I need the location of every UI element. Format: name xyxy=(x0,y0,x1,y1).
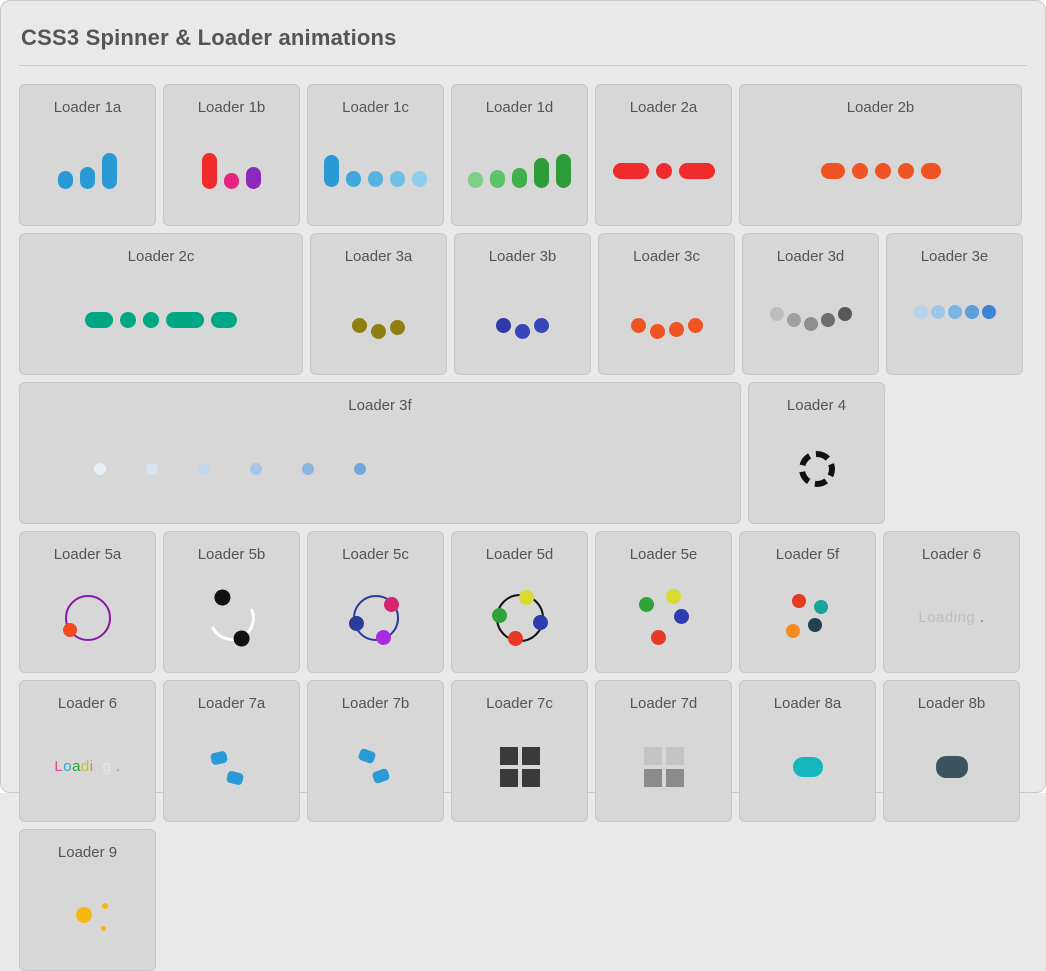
card-title: Loader 1a xyxy=(54,99,122,116)
card-title: Loader 5d xyxy=(486,546,554,563)
card-loader-2a: Loader 2a xyxy=(595,84,732,226)
loader-7b-icon xyxy=(308,712,443,821)
card-loader-7b: Loader 7b xyxy=(307,680,444,822)
card-loader-5c: Loader 5c xyxy=(307,531,444,673)
card-title: Loader 6 xyxy=(58,695,117,712)
card-loader-1b: Loader 1b xyxy=(163,84,300,226)
loader-5e-icon xyxy=(596,563,731,672)
card-title: Loader 5e xyxy=(630,546,698,563)
card-loader-2b: Loader 2b xyxy=(739,84,1022,226)
card-title: Loader 9 xyxy=(58,844,117,861)
card-loader-5f: Loader 5f xyxy=(739,531,876,673)
loader-6b-icon: Loading . xyxy=(20,712,155,821)
loader-8b-icon xyxy=(884,712,1019,821)
card-loader-9: Loader 9 xyxy=(19,829,156,971)
card-loader-6b: Loader 6 Loading . xyxy=(19,680,156,822)
card-title: Loader 2b xyxy=(847,99,915,116)
card-title: Loader 3f xyxy=(348,397,411,414)
card-loader-3e: Loader 3e xyxy=(886,233,1023,375)
card-title: Loader 6 xyxy=(922,546,981,563)
card-title: Loader 5a xyxy=(54,546,122,563)
card-title: Loader 8a xyxy=(774,695,842,712)
loader-5a-icon xyxy=(20,563,155,672)
loader-3e-icon xyxy=(887,265,1022,374)
loader-2c-icon xyxy=(20,265,302,374)
card-loader-7c: Loader 7c xyxy=(451,680,588,822)
card-title: Loader 8b xyxy=(918,695,986,712)
card-title: Loader 7c xyxy=(486,695,553,712)
card-title: Loader 2c xyxy=(128,248,195,265)
loader-4-icon xyxy=(749,414,884,523)
loader-3a-icon xyxy=(311,265,446,374)
loader-3f-icon xyxy=(20,414,740,523)
card-loader-6a: Loader 6 Loading . xyxy=(883,531,1020,673)
card-loader-5d: Loader 5d xyxy=(451,531,588,673)
card-loader-3c: Loader 3c xyxy=(598,233,735,375)
card-loader-4: Loader 4 xyxy=(748,382,885,524)
card-title: Loader 3e xyxy=(921,248,989,265)
card-title: Loader 7b xyxy=(342,695,410,712)
card-loader-1a: Loader 1a xyxy=(19,84,156,226)
card-loader-2c: Loader 2c xyxy=(19,233,303,375)
card-title: Loader 5c xyxy=(342,546,409,563)
card-loader-8a: Loader 8a xyxy=(739,680,876,822)
card-loader-5b: Loader 5b xyxy=(163,531,300,673)
loader-2a-icon xyxy=(596,116,731,225)
loading-label: Loading xyxy=(918,609,975,626)
card-loader-1d: Loader 1d xyxy=(451,84,588,226)
loader-8a-icon xyxy=(740,712,875,821)
card-title: Loader 5f xyxy=(776,546,839,563)
loader-5c-icon xyxy=(308,563,443,672)
loader-5d-icon xyxy=(452,563,587,672)
loader-grid: Loader 1a Loader 1b Loader 1c xyxy=(19,84,1027,971)
loader-5b-icon xyxy=(164,563,299,672)
loader-1d-icon xyxy=(452,116,587,225)
loader-7a-icon xyxy=(164,712,299,821)
card-title: Loader 3a xyxy=(345,248,413,265)
card-loader-7a: Loader 7a xyxy=(163,680,300,822)
card-title: Loader 2a xyxy=(630,99,698,116)
card-title: Loader 3c xyxy=(633,248,700,265)
card-loader-3b: Loader 3b xyxy=(454,233,591,375)
loader-7d-icon xyxy=(596,712,731,821)
loader-3c-icon xyxy=(599,265,734,374)
card-loader-1c: Loader 1c xyxy=(307,84,444,226)
loader-5f-icon xyxy=(740,563,875,672)
divider xyxy=(19,65,1027,66)
loader-1b-icon xyxy=(164,116,299,225)
loader-3b-icon xyxy=(455,265,590,374)
card-loader-7d: Loader 7d xyxy=(595,680,732,822)
card-title: Loader 3d xyxy=(777,248,845,265)
loader-9-icon xyxy=(20,861,155,970)
card-title: Loader 4 xyxy=(787,397,846,414)
card-title: Loader 3b xyxy=(489,248,557,265)
spinner-icon xyxy=(799,451,835,487)
card-loader-5e: Loader 5e xyxy=(595,531,732,673)
card-loader-3d: Loader 3d xyxy=(742,233,879,375)
loader-6a-icon: Loading . xyxy=(884,563,1019,672)
card-title: Loader 5b xyxy=(198,546,266,563)
page-title: CSS3 Spinner & Loader animations xyxy=(21,25,1027,51)
card-loader-3f: Loader 3f xyxy=(19,382,741,524)
card-title: Loader 1d xyxy=(486,99,554,116)
loader-1a-icon xyxy=(20,116,155,225)
card-title: Loader 7d xyxy=(630,695,698,712)
card-loader-3a: Loader 3a xyxy=(310,233,447,375)
loader-7c-icon xyxy=(452,712,587,821)
card-loader-8b: Loader 8b xyxy=(883,680,1020,822)
card-loader-5a: Loader 5a xyxy=(19,531,156,673)
page: CSS3 Spinner & Loader animations Loader … xyxy=(0,0,1046,793)
card-title: Loader 1c xyxy=(342,99,409,116)
loader-2b-icon xyxy=(740,116,1021,225)
loader-1c-icon xyxy=(308,116,443,225)
loader-3d-icon xyxy=(743,265,878,374)
card-title: Loader 1b xyxy=(198,99,266,116)
card-title: Loader 7a xyxy=(198,695,266,712)
